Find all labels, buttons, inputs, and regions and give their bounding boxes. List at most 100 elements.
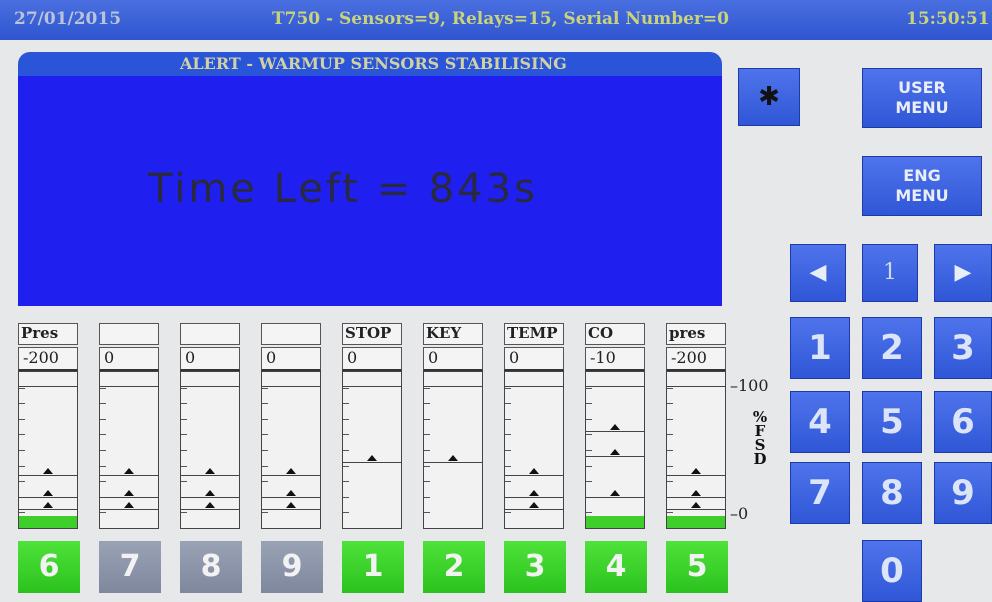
alert-title: ALERT - WARMUP SENSORS STABILISING bbox=[180, 54, 567, 73]
alarm-level-line bbox=[181, 497, 239, 498]
alarm-level-marker-icon bbox=[43, 502, 53, 508]
gauge-tick bbox=[667, 512, 673, 514]
gauge-line bbox=[181, 386, 239, 387]
channel-select-button[interactable]: 4 bbox=[585, 541, 647, 593]
alarm-level-line bbox=[262, 475, 320, 476]
channel-select-button[interactable]: 9 bbox=[261, 541, 323, 593]
alarm-level-marker-icon bbox=[43, 490, 53, 496]
alarm-level-line bbox=[100, 509, 158, 510]
channel-select-button[interactable]: 1 bbox=[342, 541, 404, 593]
channel-value: -200 bbox=[666, 347, 726, 371]
gauge-tick bbox=[181, 434, 187, 436]
keypad-9-button[interactable]: 9 bbox=[934, 462, 992, 524]
keypad-1-button[interactable]: 1 bbox=[790, 317, 850, 379]
alarm-level-marker-icon bbox=[124, 502, 134, 508]
percent-fsd-label: % F S D bbox=[752, 408, 768, 468]
gauge-tick bbox=[667, 465, 673, 467]
keypad-2-button[interactable]: 2 bbox=[862, 317, 922, 379]
channel-select-button[interactable]: 5 bbox=[666, 541, 728, 593]
alarm-level-line bbox=[181, 509, 239, 510]
alert-panel: Time Left = 843s bbox=[18, 76, 722, 306]
keypad-6-button[interactable]: 6 bbox=[934, 391, 992, 453]
gauge-tick bbox=[424, 496, 430, 498]
keypad-8-button[interactable]: 8 bbox=[862, 462, 922, 524]
alarm-level-marker-icon bbox=[529, 468, 539, 474]
gauge-tick bbox=[19, 512, 25, 514]
gauge-tick bbox=[181, 481, 187, 483]
alarm-level-marker-icon bbox=[448, 455, 458, 461]
channel-gauge bbox=[261, 371, 321, 529]
alarm-level-line bbox=[100, 475, 158, 476]
gauge-line bbox=[424, 386, 482, 387]
channel-select-button[interactable]: 7 bbox=[99, 541, 161, 593]
gauge-tick bbox=[586, 450, 592, 451]
page-number: 1 bbox=[883, 260, 897, 285]
gauge-tick bbox=[262, 403, 268, 405]
gauge-tick bbox=[343, 465, 349, 467]
gauge-fill bbox=[19, 516, 77, 528]
alarm-level-line bbox=[424, 462, 482, 463]
channel-value: 0 bbox=[180, 347, 240, 371]
alarm-level-marker-icon bbox=[205, 468, 215, 474]
channel-select-button[interactable]: 2 bbox=[423, 541, 485, 593]
gauge-tick bbox=[262, 418, 268, 420]
gauge-tick bbox=[343, 450, 349, 451]
time-display: 15:50:51 bbox=[906, 9, 990, 29]
channel-value: 0 bbox=[423, 347, 483, 371]
alarm-level-line bbox=[505, 497, 563, 498]
previous-page-button[interactable]: ◀ bbox=[790, 244, 846, 302]
gauge-tick bbox=[424, 387, 430, 389]
alarm-level-line bbox=[262, 497, 320, 498]
gauge-tick bbox=[100, 450, 106, 451]
gauge-tick bbox=[19, 403, 25, 405]
alarm-level-marker-icon bbox=[43, 468, 53, 474]
alarm-level-marker-icon bbox=[205, 502, 215, 508]
gauge-tick bbox=[667, 403, 673, 405]
channel-select-button[interactable]: 8 bbox=[180, 541, 242, 593]
keypad-3-button[interactable]: 3 bbox=[934, 317, 992, 379]
user-menu-button[interactable]: USER MENU bbox=[862, 68, 982, 128]
gauge-line bbox=[19, 386, 77, 387]
gauge-tick bbox=[343, 418, 349, 420]
gauge-fill bbox=[667, 516, 725, 528]
alarm-level-marker-icon bbox=[205, 490, 215, 496]
gauge-tick bbox=[505, 403, 511, 405]
gauge-tick bbox=[19, 418, 25, 420]
gauge-tick bbox=[424, 481, 430, 483]
alarm-level-line bbox=[19, 509, 77, 510]
channel-name bbox=[180, 323, 240, 345]
channel-name bbox=[261, 323, 321, 345]
alarm-level-marker-icon bbox=[610, 424, 620, 430]
gauge-tick bbox=[505, 434, 511, 436]
bluetooth-button[interactable]: ✱ bbox=[738, 68, 800, 126]
alarm-level-line bbox=[586, 497, 644, 498]
gauge-tick bbox=[586, 465, 592, 467]
gauge-tick bbox=[262, 434, 268, 436]
gauge-tick bbox=[181, 465, 187, 467]
next-page-button[interactable]: ▶ bbox=[934, 244, 992, 302]
channel-gauge bbox=[99, 371, 159, 529]
scale-max-label: –100 bbox=[730, 376, 769, 395]
channel-select-button[interactable]: 3 bbox=[504, 541, 566, 593]
channel-gauge bbox=[180, 371, 240, 529]
gauge-tick bbox=[667, 481, 673, 483]
gauge-tick bbox=[19, 450, 25, 451]
alarm-level-line bbox=[667, 497, 725, 498]
gauge-tick bbox=[19, 387, 25, 389]
alert-header: ALERT - WARMUP SENSORS STABILISING bbox=[18, 52, 722, 76]
gauge-tick bbox=[19, 465, 25, 467]
keypad-0-button[interactable]: 0 bbox=[862, 540, 922, 602]
gauge-line bbox=[262, 386, 320, 387]
channel-name bbox=[99, 323, 159, 345]
gauge-tick bbox=[19, 481, 25, 483]
gauge-tick bbox=[343, 512, 349, 514]
gauge-tick bbox=[424, 465, 430, 467]
eng-menu-button[interactable]: ENG MENU bbox=[862, 156, 982, 216]
channel-select-button[interactable]: 6 bbox=[18, 541, 80, 593]
keypad-7-button[interactable]: 7 bbox=[790, 462, 850, 524]
keypad-5-button[interactable]: 5 bbox=[862, 391, 922, 453]
gauge-tick bbox=[424, 450, 430, 451]
keypad-4-button[interactable]: 4 bbox=[790, 391, 850, 453]
eng-menu-label-line1: ENG bbox=[903, 166, 941, 185]
gauge-tick bbox=[100, 465, 106, 467]
